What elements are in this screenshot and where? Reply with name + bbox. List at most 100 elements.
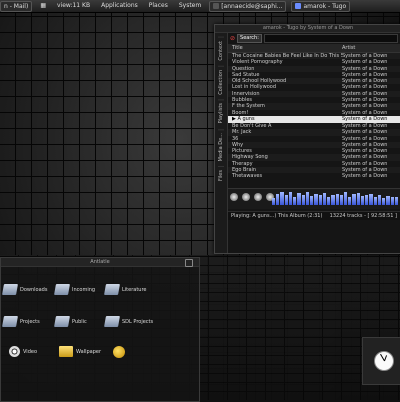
- side-tabs: Context Collection Playlists Media De...…: [215, 33, 228, 253]
- folder-icon: [2, 284, 18, 295]
- spectrum-bar: [284, 195, 288, 205]
- film-reel-icon: [9, 346, 20, 357]
- spectrum-bar: [360, 195, 365, 205]
- track-count-status: 13224 tracks - [ 92:58:51 ]: [329, 213, 397, 219]
- spectrum-bar: [369, 193, 373, 205]
- folder-icon: [104, 316, 120, 327]
- search-input[interactable]: [263, 34, 398, 43]
- spectrum-bar: [356, 193, 360, 205]
- file-item[interactable]: Projects: [2, 316, 40, 327]
- now-playing-status: Playing: A guns...) This Album (2:31): [231, 213, 323, 219]
- spectrum-bar: [377, 195, 382, 205]
- status-bar: Playing: A guns...) This Album (2:31) 13…: [228, 211, 400, 220]
- file-item-label: Downloads: [20, 286, 48, 293]
- file-item-label: Projects: [20, 318, 40, 325]
- folder-icon: [59, 346, 73, 357]
- tab-context[interactable]: Context: [218, 37, 224, 64]
- folder-icon: [2, 316, 18, 327]
- clear-icon[interactable]: ⊘: [230, 35, 235, 42]
- file-manager-window: Antlatle Downloads Incoming Literature Proj…: [0, 257, 200, 402]
- stop-icon[interactable]: [254, 193, 262, 201]
- column-artist[interactable]: Artist: [342, 44, 400, 52]
- file-manager-title-text: Antlatle: [90, 259, 110, 265]
- play-pause-icon[interactable]: [242, 193, 250, 201]
- spectrum-bar: [314, 193, 318, 205]
- close-icon[interactable]: [185, 259, 193, 267]
- menu-places[interactable]: Places: [146, 1, 171, 11]
- playlist: The Cocaine Babies Be Feel Like In Do Th…: [228, 53, 400, 183]
- search-label: Search:: [237, 34, 262, 43]
- tab-media-device[interactable]: Media De...: [218, 128, 224, 165]
- spectrum-bar: [343, 192, 348, 205]
- file-item[interactable]: Literature: [104, 284, 146, 295]
- amarok-window: amarok - Tugo by System of a Down Contex…: [214, 24, 400, 254]
- playlist-header: Title Artist: [228, 44, 400, 53]
- menu-system[interactable]: System: [176, 1, 204, 11]
- taskbar-terminal-label: [annaecide@saphi...: [221, 2, 283, 10]
- spectrum-bar: [288, 191, 293, 205]
- spectrum-bar: [305, 192, 310, 205]
- spectrum-bar: [293, 196, 297, 205]
- taskbar-mail[interactable]: n - Mail): [0, 0, 33, 12]
- workspace-label[interactable]: view:11 KB: [54, 1, 93, 11]
- file-item[interactable]: Incoming: [54, 284, 96, 295]
- spectrum-bar: [310, 195, 314, 205]
- tab-playlists[interactable]: Playlists: [218, 99, 224, 127]
- folder-icon: [54, 316, 70, 327]
- taskbar-terminal[interactable]: [annaecide@saphi...: [209, 0, 287, 12]
- spectrum-bar: [365, 194, 369, 205]
- tab-collection[interactable]: Collection: [218, 65, 224, 98]
- file-item[interactable]: Video: [9, 346, 37, 357]
- spectrum-bar: [382, 198, 386, 205]
- spectrum-bar: [373, 196, 377, 205]
- track-title: ▶ A guns: [228, 116, 342, 123]
- search-row: ⊘ Search:: [228, 33, 400, 44]
- terminal-icon: [213, 3, 220, 9]
- spectrum-analyzer: [272, 191, 399, 205]
- spectrum-bar: [386, 195, 390, 205]
- file-item[interactable]: Downloads: [2, 284, 48, 295]
- folder-icon: [104, 284, 120, 295]
- file-manager-title: Antlatle: [1, 258, 199, 267]
- column-title[interactable]: Title: [228, 44, 342, 52]
- file-item[interactable]: Wallpaper: [59, 346, 101, 357]
- track-title-text: A guns: [237, 115, 255, 122]
- clock-minute-hand: [379, 353, 385, 362]
- top-panel: n - Mail) ▦ view:11 KB Applications Plac…: [0, 0, 400, 13]
- previous-icon[interactable]: [230, 193, 238, 201]
- playlist-area: ⊘ Search: Title Artist The Cocaine Babie…: [228, 33, 400, 253]
- spectrum-bar: [301, 194, 305, 205]
- home-icon: [113, 346, 125, 358]
- playlist-row[interactable]: ▶ A guns System of a Down: [228, 115, 400, 123]
- file-item[interactable]: SDL Projects: [104, 316, 153, 327]
- clock-widget: [362, 337, 400, 385]
- player-controls: [230, 193, 274, 201]
- amarok-icon: [295, 3, 302, 9]
- file-item-label: Wallpaper: [76, 348, 102, 355]
- track-artist: System of a Down: [342, 173, 388, 180]
- file-item-label: Public: [72, 318, 87, 325]
- taskbar-amarok[interactable]: amarok - Tugo: [291, 0, 351, 12]
- file-item-label: Video: [23, 348, 38, 355]
- menu-applications[interactable]: Applications: [98, 1, 141, 11]
- spectrum-bar: [352, 194, 356, 205]
- spectrum-bar: [318, 195, 322, 205]
- file-item[interactable]: [113, 346, 128, 358]
- playlist-row[interactable]: Thetawaves System of a Down: [228, 173, 400, 179]
- grid-icon[interactable]: ▦: [37, 1, 49, 11]
- spectrum-bar: [331, 194, 335, 205]
- file-item[interactable]: Public: [54, 316, 87, 327]
- tab-files[interactable]: Files: [218, 166, 224, 185]
- spectrum-bar: [322, 192, 327, 205]
- window-title: amarok - Tugo by System of a Down: [215, 25, 400, 33]
- spectrum-bar: [394, 196, 399, 205]
- spectrum-bar: [327, 196, 331, 205]
- spectrum-bar: [280, 192, 284, 205]
- file-item-label: Incoming: [72, 286, 96, 293]
- spectrum-bar: [276, 193, 280, 205]
- track-artist: System of a Down: [342, 115, 388, 122]
- taskbar-amarok-label: amarok - Tugo: [303, 2, 347, 10]
- folder-icon: [54, 284, 70, 295]
- spectrum-bar: [348, 196, 352, 205]
- spectrum-bar: [339, 195, 343, 205]
